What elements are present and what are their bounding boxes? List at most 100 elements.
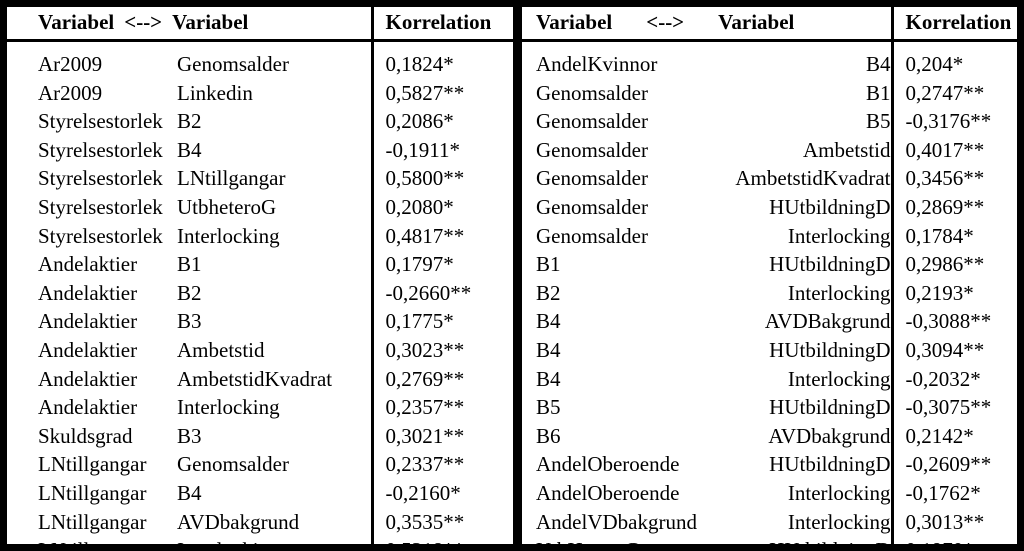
correlation-value-cell: -0,3088** (890, 307, 1018, 336)
variable-a-cell: Genomsalder (536, 109, 648, 134)
variable-b-cell: HUtbildningD (769, 395, 891, 420)
right-table-body: AndelKvinnor B4 0,204* Genomsalder B1 0,2747*… (522, 40, 1018, 551)
table-row: Skuldsgrad B3 0,3021** (7, 421, 514, 451)
table-row: Genomsalder Ambetstid 0,4017** (522, 135, 1018, 165)
correlation-value-cell: -0,2660** (370, 278, 514, 308)
variable-a-cell: LNtillgangar (38, 538, 147, 551)
variable-b-cell: AmbetstidKvadrat (735, 166, 891, 191)
variable-a-cell: LNtillgangar (38, 480, 147, 505)
variable-a-cell: Ar2009 (38, 80, 103, 105)
variable-b-cell: HUtbildningD (769, 337, 891, 362)
correlation-value-cell: -0,2032* (890, 364, 1018, 394)
correlation-value-cell: 0,2086* (370, 107, 514, 136)
correlation-value-cell: 0,3021** (370, 421, 514, 451)
variable-b-cell: B2 (177, 280, 202, 305)
left-header-variable-pair: Variabel <--> Variabel (7, 7, 373, 42)
variable-b-cell: Interlocking (787, 509, 891, 534)
correlation-table-page: Variabel <--> Variabel Korrelation Ar2009 G… (0, 0, 1024, 551)
table-row: Andelaktier B1 0,1797* (7, 250, 514, 279)
variable-a-cell: Styrelsestorlek (38, 137, 163, 162)
variable-b-cell: Interlocking (787, 480, 891, 505)
correlation-value-cell: -0,3075** (890, 393, 1018, 422)
correlation-value-cell: 0,2747** (890, 78, 1018, 108)
variable-b-cell: Interlocking (177, 395, 280, 420)
correlation-value-cell: 0,2142* (890, 421, 1018, 451)
correlation-value-cell: 0,3013** (890, 507, 1018, 537)
table-row: B4 Interlocking -0,2032* (522, 364, 1018, 394)
correlation-value-cell: 0,5827** (370, 78, 514, 108)
table-row: Ar2009 Genomsalder 0,1824* (7, 40, 514, 79)
variable-a-cell: UtbHeteroG (536, 538, 640, 551)
left-table-body: Ar2009 Genomsalder 0,1824* Ar2009 Linkedin 0,… (7, 40, 514, 551)
variable-b-cell: HUtbildningD (769, 252, 891, 277)
variable-b-cell: B2 (177, 109, 202, 134)
variable-b-cell: Linkedin (177, 80, 253, 105)
table-row: Ar2009 Linkedin 0,5827** (7, 78, 514, 108)
variable-b-cell: B3 (177, 309, 202, 334)
variable-b-cell: HUtbildningD (769, 538, 891, 551)
table-row: Andelaktier Ambetstid 0,3023** (7, 335, 514, 365)
variable-a-cell: Skuldsgrad (38, 423, 133, 448)
left-header-variable-a: Variabel (38, 10, 115, 34)
table-row: AndelKvinnor B4 0,204* (522, 40, 1018, 79)
correlation-value-cell: 0,2337** (370, 450, 514, 479)
left-header-variable-b: Variabel (172, 10, 249, 34)
variable-a-cell: Genomsalder (536, 137, 648, 162)
variable-b-cell: B5 (866, 109, 891, 134)
correlation-value-cell: 0,5800** (370, 164, 514, 193)
correlation-value-cell: 0,1784* (890, 221, 1018, 251)
variable-a-cell: B6 (536, 423, 561, 448)
variable-a-cell: Andelaktier (38, 395, 138, 420)
correlation-value-cell: 0,3456** (890, 164, 1018, 193)
variable-a-cell: AndelKvinnor (536, 52, 658, 76)
correlation-value-cell: 0,2080* (370, 192, 514, 222)
variable-b-cell: Ambetstid (803, 137, 891, 162)
variable-b-cell: Interlocking (787, 366, 891, 391)
variable-b-cell: AVDBakgrund (764, 309, 891, 334)
correlation-value-cell: 0,3535** (370, 507, 514, 537)
correlation-value-cell: 0,1775* (370, 307, 514, 336)
correlation-value-cell: 0,5318** (370, 536, 514, 551)
variable-a-cell: Styrelsestorlek (38, 109, 163, 134)
table-row: B4 AVDBakgrund -0,3088** (522, 307, 1018, 336)
variable-a-cell: B5 (536, 395, 561, 420)
correlation-value-cell: 0,2869** (890, 192, 1018, 222)
variable-a-cell: Andelaktier (38, 337, 138, 362)
variable-a-cell: Styrelsestorlek (38, 166, 163, 191)
correlation-value-cell: -0,2609** (890, 450, 1018, 479)
variable-a-cell: Genomsalder (536, 166, 648, 191)
table-row: LNtillgangar Interlocking 0,5318** (7, 536, 514, 551)
correlation-value-cell: 0,2986** (890, 250, 1018, 279)
right-correlation-table: Variabel <--> Variabel Korrelation AndelKv… (522, 7, 1018, 551)
variable-b-cell: B4 (177, 137, 202, 162)
table-row: Andelaktier AmbetstidKvadrat 0,2769** (7, 364, 514, 394)
variable-b-cell: HUtbildningD (769, 194, 891, 219)
right-header-variable-b: Variabel (718, 10, 795, 34)
table-row: Styrelsestorlek B2 0,2086* (7, 107, 514, 136)
table-row: B2 Interlocking 0,2193* (522, 278, 1018, 308)
variable-b-cell: UtbheteroG (177, 194, 277, 219)
correlation-value-cell: 0,2769** (370, 364, 514, 394)
table-row: Genomsalder AmbetstidKvadrat 0,3456** (522, 164, 1018, 193)
variable-a-cell: Andelaktier (38, 252, 138, 277)
correlation-value-cell: 0,1824* (370, 40, 514, 79)
variable-a-cell: Genomsalder (536, 80, 648, 105)
variable-b-cell: AVDbakgrund (177, 509, 300, 534)
variable-b-cell: AmbetstidKvadrat (177, 366, 333, 391)
table-row: Styrelsestorlek Interlocking 0,4817** (7, 221, 514, 251)
variable-a-cell: B2 (536, 280, 561, 305)
table-row: B1 HUtbildningD 0,2986** (522, 250, 1018, 279)
right-header-korrelation: Korrelation (890, 7, 1018, 42)
variable-a-cell: Andelaktier (38, 366, 138, 391)
table-row: Andelaktier B2 -0,2660** (7, 278, 514, 308)
variable-a-cell: Styrelsestorlek (38, 223, 163, 248)
variable-b-cell: Interlocking (177, 538, 280, 551)
header-arrow-icon: <--> (124, 10, 163, 34)
correlation-value-cell: -0,1911* (370, 135, 514, 165)
table-row: B5 HUtbildningD -0,3075** (522, 393, 1018, 422)
variable-b-cell: LNtillgangar (177, 166, 286, 191)
header-arrow-icon: <--> (646, 10, 685, 34)
correlation-value-cell: 0,1970* (890, 536, 1018, 551)
table-row: Andelaktier B3 0,1775* (7, 307, 514, 336)
table-row: Genomsalder HUtbildningD 0,2869** (522, 192, 1018, 222)
